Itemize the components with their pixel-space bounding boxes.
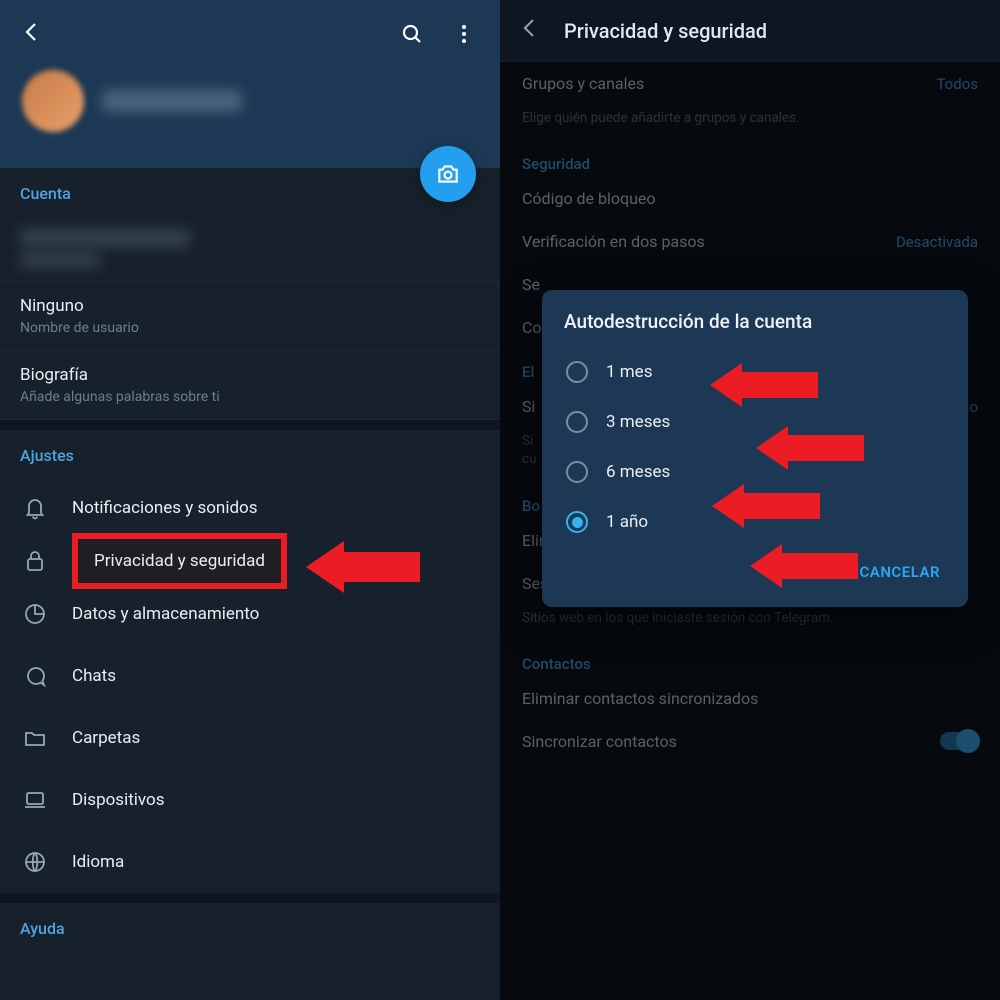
left-pane: Cuenta Ninguno Nombre de usuario Biograf… [0,0,500,1000]
search-icon[interactable] [400,22,424,50]
chat-icon [22,663,48,689]
section-title-settings: Ajustes [20,446,480,465]
avatar [22,70,84,132]
settings-item-label: Datos y almacenamiento [72,604,259,624]
radio-icon [566,411,588,433]
left-appbar [0,0,500,168]
globe-icon [22,849,48,875]
back-icon[interactable] [518,16,542,46]
page-title: Privacidad y seguridad [564,19,767,43]
row-label: Biografía [20,365,480,385]
row-sub: Nombre de usuario [20,320,480,336]
privacy-highlight-box: Privacidad y seguridad [78,539,281,583]
option-1mes[interactable]: 1 mes [564,347,960,397]
lock-icon [22,548,48,574]
option-6meses[interactable]: 6 meses [564,447,960,497]
option-label: 6 meses [606,462,670,482]
radio-icon [566,461,588,483]
settings-item-chats[interactable]: Chats [0,645,500,707]
help-section: Ayuda [0,903,500,950]
section-title-help: Ayuda [20,919,480,938]
settings-item-notifications[interactable]: Notificaciones y sonidos [0,477,500,539]
settings-item-label: Carpetas [72,728,140,748]
settings-item-label: Dispositivos [72,790,165,810]
settings-section: Ajustes [0,430,500,477]
right-pane: Privacidad y seguridad Grupos y canales … [500,0,1000,1000]
settings-item-label: Idioma [72,852,124,872]
settings-item-folders[interactable]: Carpetas [0,707,500,769]
back-icon[interactable] [20,20,44,50]
option-label: 3 meses [606,412,670,432]
divider [0,893,500,903]
radio-icon-selected [566,511,588,533]
phone-row-blurred[interactable] [0,215,500,282]
autodestruct-dialog: Autodestrucción de la cuenta 1 mes 3 mes… [542,290,968,607]
option-1ano[interactable]: 1 año [564,497,960,547]
option-label: 1 año [606,512,648,532]
folder-icon [22,725,48,751]
profile-name-blurred [102,90,242,112]
option-3meses[interactable]: 3 meses [564,397,960,447]
username-row[interactable]: Ninguno Nombre de usuario [0,282,500,351]
option-label: 1 mes [606,362,652,382]
camera-fab[interactable] [420,146,476,202]
more-icon[interactable] [452,22,476,50]
row-label: Ninguno [20,296,480,316]
settings-item-language[interactable]: Idioma [0,831,500,893]
cancel-button[interactable]: CANCELAR [850,553,951,591]
settings-item-privacy[interactable]: Privacidad y seguridad [0,539,500,583]
settings-item-label: Privacidad y seguridad [94,551,265,571]
settings-item-label: Notificaciones y sonidos [72,498,258,518]
dialog-title: Autodestrucción de la cuenta [564,310,960,333]
row-sub: Añade algunas palabras sobre ti [20,389,480,405]
dialog-actions: CANCELAR [564,547,960,601]
pie-icon [22,601,48,627]
bio-row[interactable]: Biografía Añade algunas palabras sobre t… [0,351,500,420]
radio-icon [566,361,588,383]
bell-icon [22,495,48,521]
settings-item-devices[interactable]: Dispositivos [0,769,500,831]
profile-header[interactable] [22,70,242,132]
settings-item-label: Chats [72,666,116,686]
right-appbar: Privacidad y seguridad [500,0,1000,62]
settings-item-data[interactable]: Datos y almacenamiento [0,583,500,645]
section-title-account: Cuenta [20,184,480,203]
laptop-icon [22,787,48,813]
divider [0,420,500,430]
settings-list: Notificaciones y sonidos Privacidad y se… [0,477,500,893]
